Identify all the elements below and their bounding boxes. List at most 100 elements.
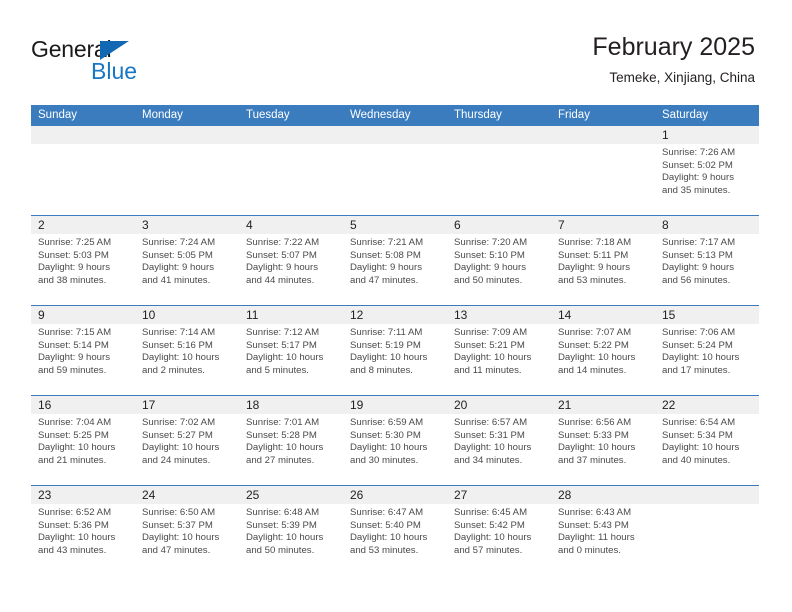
- day-cell[interactable]: 14 Sunrise: 7:07 AM Sunset: 5:22 PM Dayligh…: [551, 306, 655, 395]
- day-cell[interactable]: 7 Sunrise: 7:18 AM Sunset: 5:11 PM Daylight…: [551, 216, 655, 305]
- day-detail-body: Sunrise: 6:45 AM Sunset: 5:42 PM Daylight:…: [447, 504, 551, 557]
- day-cell[interactable]: 21 Sunrise: 6:56 AM Sunset: 5:33 PM Dayligh…: [551, 396, 655, 485]
- day-detail-line: Sunrise: 7:02 AM: [142, 417, 216, 428]
- day-detail-line: and 37 minutes.: [558, 454, 627, 466]
- day-detail-body: Sunrise: 7:20 AM Sunset: 5:10 PM Daylight:…: [447, 234, 551, 287]
- day-detail-body: Sunrise: 7:15 AM Sunset: 5:14 PM Daylight:…: [31, 324, 135, 377]
- weekday-header-row: Sunday Monday Tuesday Wednesday Thursday Frid…: [31, 105, 759, 126]
- day-number: 1: [662, 128, 669, 142]
- day-cell[interactable]: 3 Sunrise: 7:24 AM Sunset: 5:05 PM Daylight…: [135, 216, 239, 305]
- day-cell[interactable]: 17 Sunrise: 7:02 AM Sunset: 5:27 PM Dayligh…: [135, 396, 239, 485]
- day-cell[interactable]: 5 Sunrise: 7:21 AM Sunset: 5:08 PM Daylight…: [343, 216, 447, 305]
- day-cell[interactable]: 11 Sunrise: 7:12 AM Sunset: 5:17 PM Dayligh…: [239, 306, 343, 395]
- day-detail-line: Daylight: 10 hours: [38, 442, 116, 454]
- day-detail-body: Sunrise: 7:11 AM Sunset: 5:19 PM Daylight:…: [343, 324, 447, 377]
- day-detail-body: Sunrise: 7:26 AM Sunset: 5:02 PM Daylight:…: [655, 144, 759, 197]
- day-cell[interactable]: 24 Sunrise: 6:50 AM Sunset: 5:37 PM Dayligh…: [135, 486, 239, 575]
- day-cell[interactable]: 16 Sunrise: 7:04 AM Sunset: 5:25 PM Dayligh…: [31, 396, 135, 485]
- day-detail-line: Sunrise: 7:01 AM: [246, 417, 320, 428]
- day-cell[interactable]: 27 Sunrise: 6:45 AM Sunset: 5:42 PM Dayligh…: [447, 486, 551, 575]
- day-detail-line: Sunset: 5:31 PM: [454, 429, 525, 441]
- day-cell[interactable]: 6 Sunrise: 7:20 AM Sunset: 5:10 PM Daylight…: [447, 216, 551, 305]
- day-detail-line: Sunrise: 7:09 AM: [454, 327, 528, 338]
- day-cell[interactable]: 13 Sunrise: 7:09 AM Sunset: 5:21 PM Dayligh…: [447, 306, 551, 395]
- day-cell[interactable]: 4 Sunrise: 7:22 AM Sunset: 5:07 PM Daylight…: [239, 216, 343, 305]
- day-cell[interactable]: 15 Sunrise: 7:06 AM Sunset: 5:24 PM Dayligh…: [655, 306, 759, 395]
- day-number-band: 27: [447, 486, 551, 504]
- day-detail-line: Sunset: 5:30 PM: [350, 429, 421, 441]
- day-detail-line: Daylight: 10 hours: [142, 532, 220, 544]
- day-detail-body: [655, 504, 759, 507]
- day-cell-empty: [655, 486, 759, 575]
- day-cell-empty: [135, 126, 239, 215]
- day-cell[interactable]: 1 Sunrise: 7:26 AM Sunset: 5:02 PM Daylight…: [655, 126, 759, 215]
- day-detail-body: Sunrise: 7:14 AM Sunset: 5:16 PM Daylight:…: [135, 324, 239, 377]
- day-detail-line: Sunrise: 6:56 AM: [558, 417, 632, 428]
- day-cell[interactable]: 12 Sunrise: 7:11 AM Sunset: 5:19 PM Dayligh…: [343, 306, 447, 395]
- day-number: 14: [558, 308, 572, 322]
- day-cell[interactable]: 2 Sunrise: 7:25 AM Sunset: 5:03 PM Daylight…: [31, 216, 135, 305]
- day-cell[interactable]: 10 Sunrise: 7:14 AM Sunset: 5:16 PM Dayligh…: [135, 306, 239, 395]
- day-detail-body: Sunrise: 7:07 AM Sunset: 5:22 PM Daylight:…: [551, 324, 655, 377]
- day-detail-body: Sunrise: 6:56 AM Sunset: 5:33 PM Daylight:…: [551, 414, 655, 467]
- day-detail-line: Sunset: 5:03 PM: [38, 249, 109, 261]
- day-detail-line: Sunrise: 7:25 AM: [38, 237, 112, 248]
- day-detail-line: Sunrise: 6:50 AM: [142, 507, 216, 518]
- day-cell[interactable]: 9 Sunrise: 7:15 AM Sunset: 5:14 PM Daylight…: [31, 306, 135, 395]
- day-detail-line: Sunrise: 6:48 AM: [246, 507, 320, 518]
- day-detail-line: Sunset: 5:22 PM: [558, 339, 629, 351]
- day-cell[interactable]: 22 Sunrise: 6:54 AM Sunset: 5:34 PM Dayligh…: [655, 396, 759, 485]
- day-number: 24: [142, 488, 156, 502]
- day-number-band: [343, 126, 447, 144]
- day-number: 27: [454, 488, 468, 502]
- day-detail-line: Daylight: 10 hours: [454, 442, 532, 454]
- day-detail-line: Sunrise: 7:07 AM: [558, 327, 632, 338]
- weekday-header-thursday: Thursday: [454, 109, 502, 121]
- day-detail-line: Sunset: 5:27 PM: [142, 429, 213, 441]
- day-detail-line: Sunset: 5:42 PM: [454, 519, 525, 531]
- day-cell[interactable]: 28 Sunrise: 6:43 AM Sunset: 5:43 PM Dayligh…: [551, 486, 655, 575]
- day-detail-line: Sunrise: 7:24 AM: [142, 237, 216, 248]
- day-detail-body: Sunrise: 7:25 AM Sunset: 5:03 PM Daylight:…: [31, 234, 135, 287]
- day-cell[interactable]: 8 Sunrise: 7:17 AM Sunset: 5:13 PM Daylight…: [655, 216, 759, 305]
- day-number-band: 21: [551, 396, 655, 414]
- day-number-band: 2: [31, 216, 135, 234]
- general-blue-logo[interactable]: General Blue: [31, 36, 161, 84]
- day-number-band: 17: [135, 396, 239, 414]
- day-cell[interactable]: 23 Sunrise: 6:52 AM Sunset: 5:36 PM Dayligh…: [31, 486, 135, 575]
- day-detail-line: Sunrise: 7:04 AM: [38, 417, 112, 428]
- day-detail-line: Sunset: 5:16 PM: [142, 339, 213, 351]
- day-detail-body: Sunrise: 7:18 AM Sunset: 5:11 PM Daylight:…: [551, 234, 655, 287]
- day-detail-line: and 47 minutes.: [350, 274, 419, 286]
- day-cell[interactable]: 26 Sunrise: 6:47 AM Sunset: 5:40 PM Dayligh…: [343, 486, 447, 575]
- day-detail-body: Sunrise: 6:54 AM Sunset: 5:34 PM Daylight:…: [655, 414, 759, 467]
- day-detail-line: Daylight: 9 hours: [142, 262, 214, 274]
- day-detail-line: Sunrise: 7:20 AM: [454, 237, 528, 248]
- day-detail-body: [447, 144, 551, 147]
- day-detail-line: and 40 minutes.: [662, 454, 731, 466]
- day-number-band: 4: [239, 216, 343, 234]
- day-cell[interactable]: 20 Sunrise: 6:57 AM Sunset: 5:31 PM Dayligh…: [447, 396, 551, 485]
- day-number-band: 23: [31, 486, 135, 504]
- day-detail-line: Sunset: 5:19 PM: [350, 339, 421, 351]
- day-detail-line: Sunset: 5:02 PM: [662, 159, 733, 171]
- day-detail-line: Sunset: 5:21 PM: [454, 339, 525, 351]
- day-detail-line: Daylight: 10 hours: [142, 352, 220, 364]
- day-cell-empty: [31, 126, 135, 215]
- day-detail-line: Daylight: 9 hours: [454, 262, 526, 274]
- day-detail-line: Sunrise: 7:11 AM: [350, 327, 423, 338]
- day-cell[interactable]: 18 Sunrise: 7:01 AM Sunset: 5:28 PM Dayligh…: [239, 396, 343, 485]
- day-cell[interactable]: 25 Sunrise: 6:48 AM Sunset: 5:39 PM Dayligh…: [239, 486, 343, 575]
- day-detail-line: Sunset: 5:11 PM: [558, 249, 629, 261]
- day-number-band: 18: [239, 396, 343, 414]
- day-detail-line: and 27 minutes.: [246, 454, 315, 466]
- day-number: 17: [142, 398, 156, 412]
- day-detail-body: Sunrise: 7:02 AM Sunset: 5:27 PM Daylight:…: [135, 414, 239, 467]
- day-detail-line: Daylight: 10 hours: [662, 352, 740, 364]
- calendar-week-row: 2 Sunrise: 7:25 AM Sunset: 5:03 PM Daylight…: [31, 215, 759, 305]
- day-cell[interactable]: 19 Sunrise: 6:59 AM Sunset: 5:30 PM Dayligh…: [343, 396, 447, 485]
- day-detail-body: Sunrise: 7:06 AM Sunset: 5:24 PM Daylight:…: [655, 324, 759, 377]
- day-detail-line: Sunset: 5:14 PM: [38, 339, 109, 351]
- day-detail-body: Sunrise: 7:22 AM Sunset: 5:07 PM Daylight:…: [239, 234, 343, 287]
- day-cell-empty: [551, 126, 655, 215]
